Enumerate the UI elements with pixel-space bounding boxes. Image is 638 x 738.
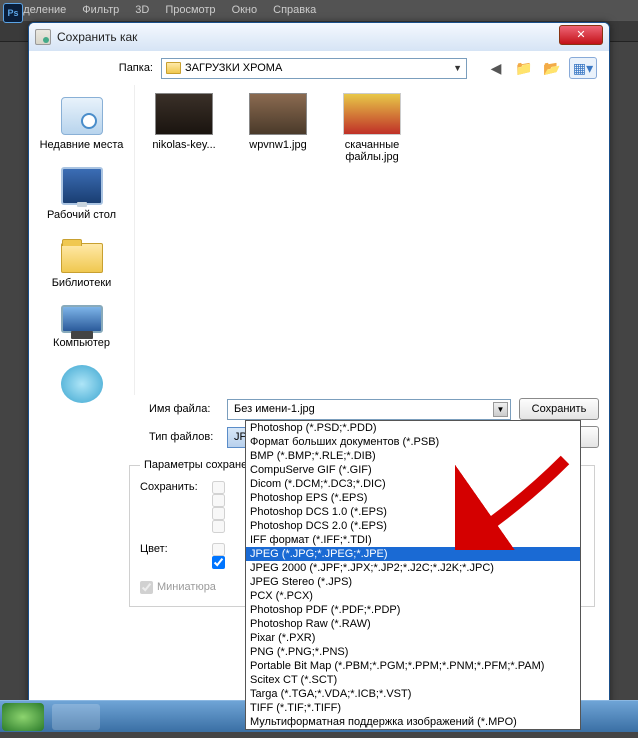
close-button[interactable]: ✕ xyxy=(559,25,603,45)
dropdown-option[interactable]: Мультиформатная поддержка изображений (*… xyxy=(246,715,580,729)
places-sidebar: Недавние места Рабочий стол Библиотеки К… xyxy=(29,85,134,395)
computer-icon xyxy=(61,305,103,333)
save-options-label: Сохранить: xyxy=(140,481,212,493)
dropdown-option[interactable]: PCX (*.PCX) xyxy=(246,589,580,603)
new-folder-icon[interactable]: 📂 xyxy=(541,57,563,79)
menu-3d[interactable]: 3D xyxy=(135,4,149,16)
sidebar-item-libraries[interactable]: Библиотеки xyxy=(37,231,127,299)
menu-window[interactable]: Окно xyxy=(232,4,258,16)
option-checkbox xyxy=(212,543,225,556)
folder-toolbar: ◀ 📁 📂 ▦▾ xyxy=(485,57,597,79)
option-checkbox xyxy=(212,520,225,533)
file-item[interactable]: скачанные файлы.jpg xyxy=(331,93,413,163)
dialog-body: Недавние места Рабочий стол Библиотеки К… xyxy=(29,85,609,395)
filetype-label: Тип файлов: xyxy=(149,431,219,443)
color-options-label: Цвет: xyxy=(140,543,212,555)
sidebar-item-recent[interactable]: Недавние места xyxy=(37,91,127,161)
sidebar-item-desktop[interactable]: Рабочий стол xyxy=(37,161,127,231)
menu-view[interactable]: Просмотр xyxy=(165,4,215,16)
filename-input[interactable]: Без имени-1.jpg ▼ xyxy=(227,399,511,420)
libraries-icon xyxy=(61,243,103,273)
taskbar-item[interactable] xyxy=(52,704,100,730)
folder-row: Папка: ЗАГРУЗКИ ХРОМА ▼ ◀ 📁 📂 ▦▾ xyxy=(29,51,609,85)
filename-value: Без имени-1.jpg xyxy=(234,403,315,415)
folder-label: Папка: xyxy=(109,62,153,74)
file-thumbnail xyxy=(155,93,213,135)
thumbnail-label: Миниатюра xyxy=(157,581,216,593)
dialog-icon xyxy=(35,29,51,45)
dropdown-option[interactable]: Формат больших документов (*.PSB) xyxy=(246,435,580,449)
dropdown-option[interactable]: Scitex CT (*.SCT) xyxy=(246,673,580,687)
dropdown-option[interactable]: PNG (*.PNG;*.PNS) xyxy=(246,645,580,659)
folder-name: ЗАГРУЗКИ ХРОМА xyxy=(185,62,282,74)
sidebar-item-network[interactable] xyxy=(37,359,127,417)
sidebar-item-label: Библиотеки xyxy=(52,277,112,289)
dropdown-option[interactable]: JPEG 2000 (*.JPF;*.JPX;*.JP2;*.J2C;*.J2K… xyxy=(246,561,580,575)
dropdown-option[interactable]: Targa (*.TGA;*.VDA;*.ICB;*.VST) xyxy=(246,687,580,701)
icc-profile-checkbox[interactable] xyxy=(212,556,225,569)
sidebar-item-computer[interactable]: Компьютер xyxy=(37,299,127,359)
dropdown-option[interactable]: Photoshop PDF (*.PDF;*.PDP) xyxy=(246,603,580,617)
file-name: скачанные файлы.jpg xyxy=(345,139,399,163)
app-menubar: Выделение Фильтр 3D Просмотр Окно Справк… xyxy=(0,0,638,20)
network-icon xyxy=(61,365,103,403)
desktop-icon xyxy=(61,167,103,205)
file-name: nikolas-key... xyxy=(152,139,215,151)
dropdown-option[interactable]: TIFF (*.TIF;*.TIFF) xyxy=(246,701,580,715)
file-item[interactable]: wpvnw1.jpg xyxy=(237,93,319,151)
dropdown-option[interactable]: JPEG Stereo (*.JPS) xyxy=(246,575,580,589)
file-thumbnail xyxy=(343,93,401,135)
start-button[interactable] xyxy=(2,703,44,731)
dialog-titlebar[interactable]: Сохранить как ✕ xyxy=(29,23,609,51)
filename-label: Имя файла: xyxy=(149,403,219,415)
file-thumbnail xyxy=(249,93,307,135)
back-icon[interactable]: ◀ xyxy=(485,57,507,79)
dialog-title: Сохранить как xyxy=(57,30,137,44)
chevron-down-icon[interactable]: ▼ xyxy=(493,402,508,417)
option-checkbox xyxy=(212,494,225,507)
annotation-arrow xyxy=(455,450,575,550)
view-menu-icon[interactable]: ▦▾ xyxy=(569,57,597,79)
dropdown-option[interactable]: Pixar (*.PXR) xyxy=(246,631,580,645)
chevron-down-icon: ▼ xyxy=(453,63,462,73)
option-checkbox xyxy=(212,481,225,494)
sidebar-item-label: Рабочий стол xyxy=(47,209,116,221)
dropdown-option[interactable]: Photoshop Raw (*.RAW) xyxy=(246,617,580,631)
recent-places-icon xyxy=(61,97,103,135)
option-checkbox xyxy=(212,507,225,520)
menu-filter[interactable]: Фильтр xyxy=(82,4,119,16)
save-button[interactable]: Сохранить xyxy=(519,398,599,420)
thumbnail-checkbox xyxy=(140,581,153,594)
file-name: wpvnw1.jpg xyxy=(249,139,306,151)
dropdown-option[interactable]: Photoshop (*.PSD;*.PDD) xyxy=(246,421,580,435)
file-list[interactable]: nikolas-key... wpvnw1.jpg скачанные файл… xyxy=(134,85,609,395)
file-item[interactable]: nikolas-key... xyxy=(143,93,225,151)
up-folder-icon[interactable]: 📁 xyxy=(513,57,535,79)
sidebar-item-label: Недавние места xyxy=(40,139,124,151)
photoshop-app-icon: Ps xyxy=(3,3,23,23)
menu-help[interactable]: Справка xyxy=(273,4,316,16)
folder-select[interactable]: ЗАГРУЗКИ ХРОМА ▼ xyxy=(161,58,467,79)
dropdown-option[interactable]: Portable Bit Map (*.PBM;*.PGM;*.PPM;*.PN… xyxy=(246,659,580,673)
folder-icon xyxy=(166,62,181,74)
